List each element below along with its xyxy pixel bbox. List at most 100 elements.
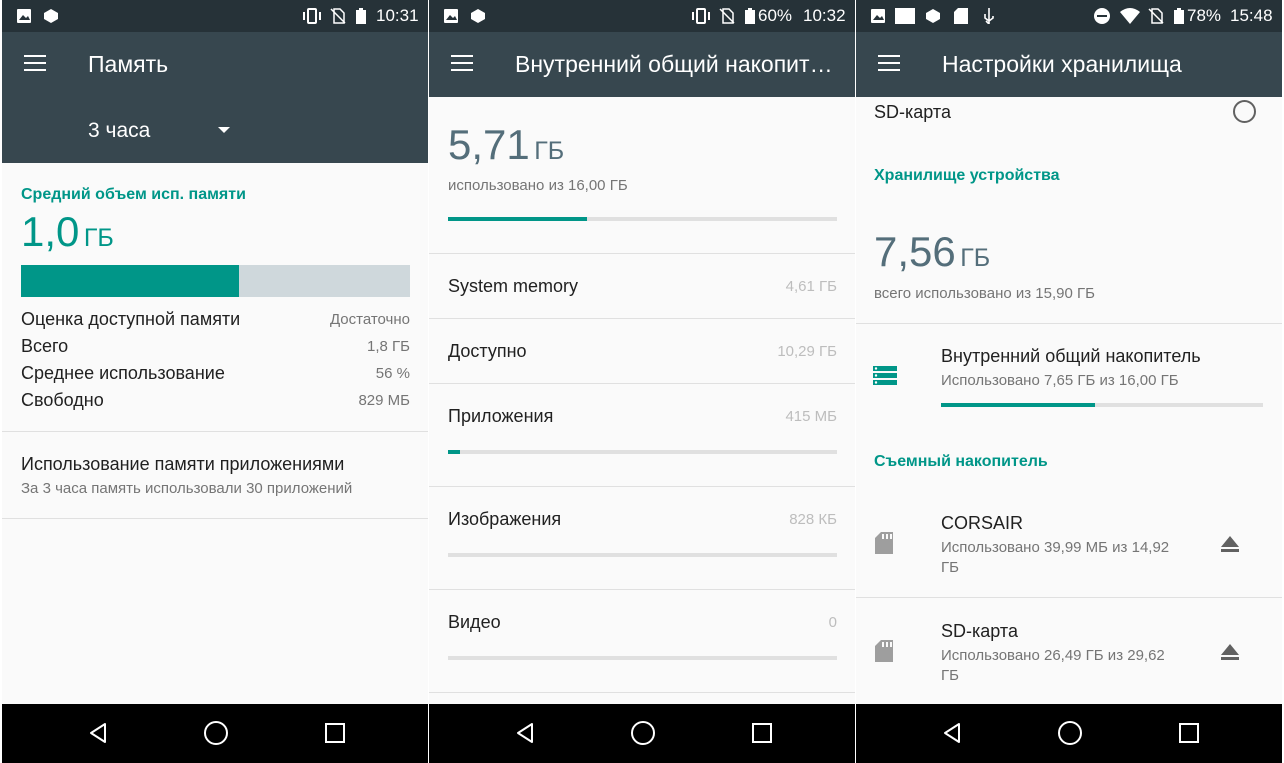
used-subtitle: использовано из 16,00 ГБ xyxy=(448,177,628,194)
category-bar xyxy=(448,450,837,454)
stat-value: 56 % xyxy=(375,365,410,382)
usb-icon xyxy=(984,8,994,24)
app-icon xyxy=(44,9,58,23)
removable-storage-header: Съемный накопитель xyxy=(874,453,1048,470)
home-icon[interactable] xyxy=(631,721,655,745)
wifi-icon xyxy=(1120,8,1140,24)
internal-storage-item[interactable]: Внутренний общий накопитель Использовано… xyxy=(856,324,1282,434)
period-value: 3 часа xyxy=(88,119,151,142)
stat-label: Среднее использование xyxy=(21,363,225,383)
storage-category-row[interactable]: Изображения 828 КБ xyxy=(429,487,855,589)
stat-label: Оценка доступной памяти xyxy=(21,309,241,329)
internal-storage-screen: 60% 10:32 Внутренний общий накопит… 5,71… xyxy=(429,0,855,763)
category-label: Изображения xyxy=(448,509,562,529)
removable-sub: Использовано 26,49 ГБ из 29,62 ГБ xyxy=(941,647,1165,684)
page-title: Память xyxy=(88,51,169,77)
clock: 15:48 xyxy=(1230,6,1273,25)
sd-card-icon xyxy=(875,532,893,554)
navigation-bar xyxy=(2,704,428,763)
sd-card-option-label: SD-карта xyxy=(874,102,951,122)
recents-icon[interactable] xyxy=(752,723,772,743)
used-value-line: 5,71 ГБ xyxy=(448,121,564,169)
menu-icon[interactable] xyxy=(451,55,473,72)
used-unit: ГБ xyxy=(534,137,565,165)
eject-icon[interactable] xyxy=(1221,644,1239,660)
battery-percent: 60% xyxy=(758,6,793,25)
device-used-value: 7,56 xyxy=(874,228,956,275)
gallery-icon xyxy=(17,9,31,23)
internal-storage-name: Внутренний общий накопитель xyxy=(941,346,1201,366)
avg-value-line: 1,0 ГБ xyxy=(21,208,114,256)
removable-storage-item[interactable]: CORSAIR Использовано 39,99 МБ из 14,92 ГБ xyxy=(856,490,1282,595)
internal-storage-bar xyxy=(941,403,1263,407)
clock: 10:32 xyxy=(803,6,846,25)
avg-label: Средний объем исп. памяти xyxy=(21,186,246,203)
battery-icon xyxy=(1174,8,1184,24)
back-icon[interactable] xyxy=(88,722,108,744)
category-bar xyxy=(448,656,837,660)
status-bar: 78% 15:48 xyxy=(856,0,1282,32)
home-icon[interactable] xyxy=(1058,721,1082,745)
category-value: 4,61 ГБ xyxy=(785,278,837,295)
category-label: Видео xyxy=(448,612,501,632)
storage-settings-screen: 78% 15:48 Настройки хранилища SD-карта Х… xyxy=(856,0,1282,763)
stat-row: Всего 1,8 ГБ xyxy=(21,336,410,360)
back-icon[interactable] xyxy=(515,722,535,744)
blank-notification-icon xyxy=(895,8,915,24)
recents-icon[interactable] xyxy=(1179,723,1199,743)
period-selector[interactable]: 3 часа xyxy=(2,97,428,163)
stat-value: 829 МБ xyxy=(358,392,410,409)
storage-category-row[interactable]: Приложения 415 МБ xyxy=(429,384,855,486)
used-bar xyxy=(448,217,837,221)
internal-storage-bar-fill xyxy=(941,403,1095,407)
sd-card-option[interactable]: SD-карта xyxy=(856,97,1282,131)
used-value: 5,71 xyxy=(448,121,530,168)
radio-button[interactable] xyxy=(1233,100,1256,123)
page-title: Настройки хранилища xyxy=(942,51,1182,77)
menu-icon[interactable] xyxy=(24,55,46,72)
stat-label: Свободно xyxy=(21,390,104,410)
internal-storage-sub: Использовано 7,65 ГБ из 16,00 ГБ xyxy=(941,372,1179,389)
vibrate-icon xyxy=(303,8,321,24)
battery-icon xyxy=(356,8,366,24)
category-value: 828 КБ xyxy=(789,511,837,528)
device-used-line: 7,56 ГБ xyxy=(874,228,990,276)
status-bar: 10:31 xyxy=(2,0,428,32)
category-label: Приложения xyxy=(448,406,554,426)
removable-name: SD-карта xyxy=(941,621,1018,641)
stat-value: 1,8 ГБ xyxy=(367,338,410,355)
device-used-subtitle: всего использовано из 15,90 ГБ xyxy=(874,285,1095,302)
recents-icon[interactable] xyxy=(325,723,345,743)
vibrate-icon xyxy=(692,8,710,24)
dropdown-arrow-icon xyxy=(218,127,230,133)
no-sim-icon xyxy=(719,8,735,24)
avg-value: 1,0 xyxy=(21,208,80,255)
used-bar-fill xyxy=(448,217,587,221)
divider xyxy=(429,692,855,693)
usage-bar xyxy=(21,265,410,297)
home-icon[interactable] xyxy=(204,721,228,745)
category-bar-fill xyxy=(448,450,460,454)
storage-icon xyxy=(873,366,897,385)
removable-sub: Использовано 39,99 МБ из 14,92 ГБ xyxy=(941,539,1170,576)
back-icon[interactable] xyxy=(942,722,962,744)
clock: 10:31 xyxy=(376,6,419,25)
app-bar: Настройки хранилища xyxy=(856,32,1282,97)
app-icon xyxy=(471,9,485,23)
category-label: Доступно xyxy=(448,341,527,361)
category-bar xyxy=(448,553,837,557)
category-value: 415 МБ xyxy=(785,408,837,425)
battery-percent: 78% xyxy=(1187,6,1222,25)
gallery-icon xyxy=(444,9,458,23)
menu-icon[interactable] xyxy=(878,55,900,72)
sd-card-icon xyxy=(875,640,893,662)
storage-category-row[interactable]: System memory 4,61 ГБ xyxy=(429,254,855,318)
removable-storage-item[interactable]: SD-карта Использовано 26,49 ГБ из 29,62 Г… xyxy=(856,598,1282,703)
storage-category-row[interactable]: Доступно 10,29 ГБ xyxy=(429,319,855,383)
navigation-bar xyxy=(429,704,855,763)
storage-category-row[interactable]: Видео 0 xyxy=(429,590,855,692)
eject-icon[interactable] xyxy=(1221,536,1239,552)
app-bar: Память xyxy=(2,32,428,97)
stat-row: Свободно 829 МБ xyxy=(21,390,410,414)
app-memory-usage-item[interactable]: Использование памяти приложениями За 3 ч… xyxy=(2,432,428,518)
